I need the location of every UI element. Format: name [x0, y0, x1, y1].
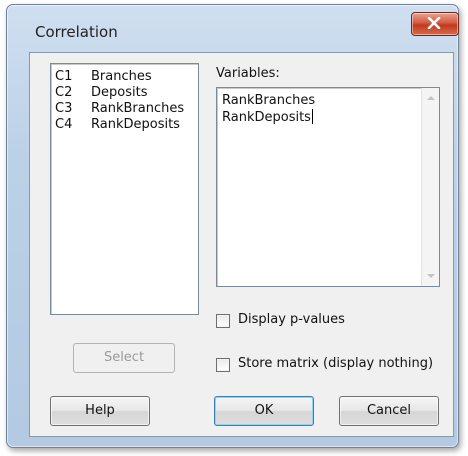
column-list[interactable]: C1 Branches C2 Deposits C3 RankBranches C4 R… [50, 63, 199, 315]
variables-textbox[interactable]: RankBranches RankDeposits [216, 87, 440, 287]
help-button[interactable]: Help [50, 396, 150, 426]
list-item[interactable]: C4 RankDeposits [55, 117, 180, 133]
column-id: C4 [55, 117, 73, 132]
list-item[interactable]: C3 RankBranches [55, 101, 184, 117]
variable-line-last: RankDeposits [222, 109, 313, 125]
select-button[interactable]: Select [73, 343, 175, 373]
vertical-scrollbar[interactable] [421, 88, 439, 286]
correlation-dialog: Correlation C1 Branches C2 Deposits C3 Rank… [6, 4, 459, 448]
column-id: C1 [55, 69, 73, 84]
scroll-up-icon[interactable] [427, 96, 435, 100]
store-matrix-label: Store matrix (display nothing) [238, 356, 434, 371]
ok-button[interactable]: OK [214, 396, 314, 426]
scroll-down-icon[interactable] [427, 274, 435, 278]
display-pvalues-checkbox[interactable] [216, 314, 230, 328]
close-button[interactable] [411, 12, 459, 36]
store-matrix-checkbox[interactable] [216, 358, 230, 372]
column-id: C3 [55, 101, 73, 116]
column-name: RankDeposits [91, 117, 180, 132]
column-name: RankBranches [91, 101, 185, 116]
dialog-body: C1 Branches C2 Deposits C3 RankBranches C4 R… [29, 52, 454, 437]
close-icon [427, 17, 441, 29]
cancel-button[interactable]: Cancel [339, 396, 439, 426]
variable-line: RankBranches [222, 93, 316, 108]
text-cursor [311, 109, 313, 124]
column-name: Deposits [91, 85, 148, 100]
dialog-title: Correlation [35, 23, 118, 41]
column-id: C2 [55, 85, 73, 100]
variables-label: Variables: [216, 66, 280, 81]
list-item[interactable]: C2 Deposits [55, 85, 147, 101]
column-name: Branches [91, 69, 152, 84]
display-pvalues-label: Display p-values [238, 312, 345, 327]
list-item[interactable]: C1 Branches [55, 69, 152, 85]
